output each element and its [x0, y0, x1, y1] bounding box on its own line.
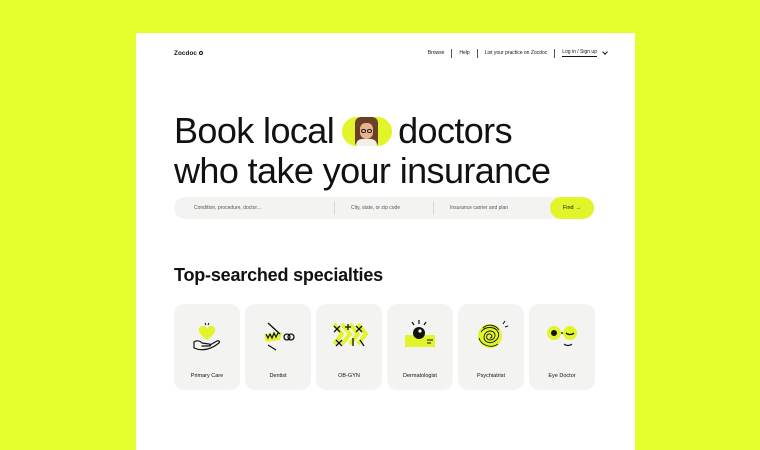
- specialty-tile-dermatologist[interactable]: Dermatologist: [387, 304, 453, 390]
- specialty-tile-ob-gyn[interactable]: OB-GYN: [316, 304, 382, 390]
- specialty-label: Psychiatrist: [476, 373, 506, 379]
- specialty-label: Primary Care: [190, 373, 224, 379]
- login-signup-label: Log in / Sign up: [562, 49, 597, 57]
- specialty-label: OB-GYN: [338, 373, 360, 379]
- search-bar: Condition, procedure, doctor... City, st…: [174, 197, 594, 219]
- scribble-icon: [478, 320, 509, 348]
- specialty-label: Dentist: [269, 373, 287, 379]
- specialty-tile-dentist[interactable]: Dentist: [245, 304, 311, 390]
- specialty-label: Eye Doctor: [548, 373, 576, 379]
- page-card: Zocdoc Browse Help List your practice on…: [136, 33, 635, 450]
- find-button[interactable]: Find →: [550, 197, 594, 219]
- specialty-tile-psychiatrist[interactable]: Psychiatrist: [458, 304, 524, 390]
- location-input[interactable]: City, state, or zip code: [335, 197, 433, 219]
- glasses-icon: [547, 326, 577, 347]
- insurance-input[interactable]: Insurance carrier and plan: [434, 197, 550, 219]
- arrow-right-icon: →: [575, 205, 582, 211]
- pattern-icon: [332, 322, 369, 347]
- nav-links: Browse Help List your practice on Zocdoc…: [421, 48, 608, 58]
- find-button-label: Find: [562, 205, 574, 211]
- nav-link-browse[interactable]: Browse: [421, 50, 452, 56]
- login-signup-dropdown[interactable]: Log in / Sign up: [555, 49, 608, 57]
- tooth-tool-icon: [264, 322, 295, 351]
- specialty-label: Dermatologist: [403, 373, 437, 379]
- hand-heart-icon: [193, 322, 220, 351]
- hero-line-2: who take your insurance: [174, 150, 551, 191]
- top-nav: Zocdoc Browse Help List your practice on…: [174, 47, 608, 59]
- logo-text: Zocdoc: [174, 49, 197, 57]
- specialty-tile-eye-doctor[interactable]: Eye Doctor: [529, 304, 595, 390]
- hero-headline: Book local doctors who take your insuran…: [174, 111, 551, 191]
- nav-link-help[interactable]: Help: [452, 50, 476, 56]
- logo-ring-icon: [199, 50, 204, 56]
- doctor-avatar: [342, 116, 393, 146]
- eye-patch-icon: [405, 320, 435, 347]
- hero-text-doctors: doctors: [398, 110, 512, 151]
- logo[interactable]: Zocdoc: [174, 49, 204, 57]
- hero-text-book-local: Book local: [174, 110, 335, 151]
- doctor-photo: [355, 116, 379, 146]
- nav-link-list-practice[interactable]: List your practice on Zocdoc: [478, 50, 555, 56]
- condition-search-input[interactable]: Condition, procedure, doctor...: [174, 197, 334, 219]
- hero-line-1: Book local doctors: [174, 111, 550, 151]
- specialties-title: Top-searched specialties: [174, 265, 383, 285]
- chevron-down-icon: [602, 49, 608, 55]
- specialty-tile-primary-care[interactable]: Primary Care: [174, 304, 240, 390]
- specialties-grid: Primary Care Dentist OB-GYN Dermatologis…: [174, 304, 595, 390]
